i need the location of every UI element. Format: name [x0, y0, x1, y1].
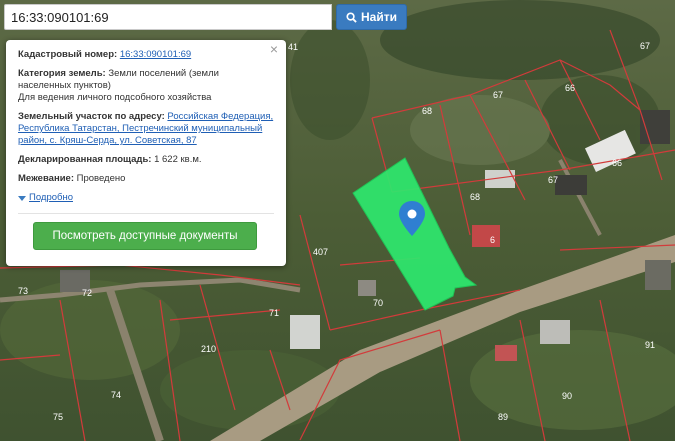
parcel-label: 66 [565, 83, 575, 93]
category-row: Категория земель: Земли поселений (земли… [18, 68, 274, 104]
survey-label: Межевание: [18, 173, 74, 184]
cadastral-label: Кадастровый номер: [18, 49, 118, 60]
parcel-label: 407 [313, 247, 328, 257]
parcel-label: 91 [645, 340, 655, 350]
parcel-label: 68 [470, 192, 480, 202]
caret-down-icon [18, 195, 26, 201]
parcel-label: 67 [493, 90, 503, 100]
parcel-label: 41 [288, 42, 298, 52]
area-value: 1 622 кв.м. [154, 154, 202, 165]
parcel-label: 6 [490, 235, 495, 245]
cadastral-row: Кадастровый номер: 16:33:090101:69 [18, 49, 274, 61]
parcel-info-popup: × Кадастровый номер: 16:33:090101:69 Кат… [6, 40, 286, 266]
survey-value: Проведено [76, 173, 126, 184]
address-label: Земельный участок по адресу: [18, 111, 165, 122]
cadastral-link[interactable]: 16:33:090101:69 [120, 49, 191, 60]
parcel-label: 90 [562, 391, 572, 401]
search-button[interactable]: Найти [336, 4, 407, 30]
search-icon [346, 11, 357, 23]
parcel-label: 67 [548, 175, 558, 185]
address-row: Земельный участок по адресу: Российская … [18, 111, 274, 147]
category-label: Категория земель: [18, 68, 106, 79]
parcel-label: 75 [53, 412, 63, 422]
parcel-label: 70 [373, 298, 383, 308]
view-documents-button[interactable]: Посмотреть доступные документы [33, 221, 257, 250]
close-icon[interactable]: × [270, 42, 278, 56]
area-label: Декларированная площадь: [18, 154, 152, 165]
search-bar: Найти [4, 4, 407, 30]
usage-value: Для ведения личного подсобного хозяйства [18, 92, 212, 103]
parcel-label: 67 [640, 41, 650, 51]
parcel-label: 68 [422, 106, 432, 116]
parcel-label: 210 [201, 344, 216, 354]
search-button-label: Найти [361, 10, 397, 24]
more-details-link[interactable]: Подробно [29, 192, 73, 204]
parcel-label: 71 [269, 308, 279, 318]
more-details-toggle[interactable]: Подробно [18, 192, 73, 204]
search-input[interactable] [4, 4, 332, 30]
area-row: Декларированная площадь: 1 622 кв.м. [18, 154, 274, 166]
divider [18, 212, 274, 214]
parcel-label: 66 [612, 158, 622, 168]
parcel-label: 89 [498, 412, 508, 422]
survey-row: Межевание: Проведено [18, 173, 274, 185]
parcel-label: 74 [111, 390, 121, 400]
parcel-label: 72 [82, 288, 92, 298]
parcel-label: 73 [18, 286, 28, 296]
